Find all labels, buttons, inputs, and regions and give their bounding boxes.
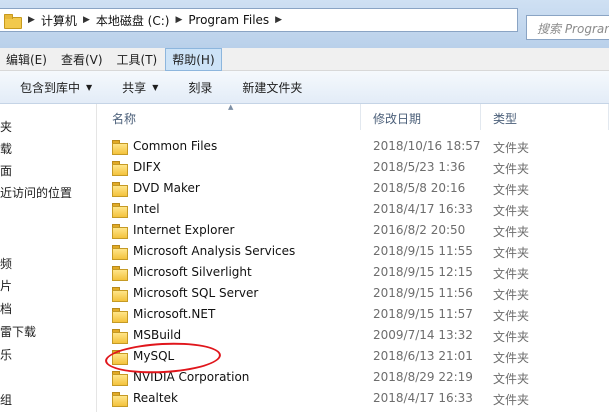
file-modified-date: 2018/10/16 18:57 <box>373 139 481 153</box>
table-row[interactable]: Internet Explorer 2016/8/2 20:50 文件夹 <box>100 220 609 241</box>
nav-item-desktop[interactable]: 面 <box>0 162 12 179</box>
table-row[interactable]: Microsoft SQL Server 2018/9/15 11:56 文件夹 <box>100 283 609 304</box>
file-type: 文件夹 <box>493 393 530 407</box>
command-toolbar: 包含到库中 ▼ 共享 ▼ 刻录 新建文件夹 <box>0 71 609 104</box>
dropdown-arrow-icon: ▼ <box>86 82 93 92</box>
share-button[interactable]: 共享 ▼ <box>122 79 158 96</box>
table-row[interactable]: DVD Maker 2018/5/8 20:16 文件夹 <box>100 178 609 199</box>
folder-icon <box>112 245 128 260</box>
file-type: 文件夹 <box>493 141 530 155</box>
nav-item-documents[interactable]: 档 <box>0 300 12 317</box>
file-type: 文件夹 <box>493 183 530 197</box>
include-in-library-label: 包含到库中 <box>20 80 81 95</box>
table-row[interactable]: Common Files 2018/10/16 18:57 文件夹 <box>100 136 609 157</box>
menu-edit[interactable]: 编辑(E) <box>0 49 53 70</box>
folder-icon <box>4 13 22 29</box>
table-row[interactable]: Microsoft Silverlight 2018/9/15 12:15 文件夹 <box>100 262 609 283</box>
table-row[interactable]: Microsoft.NET 2018/9/15 11:57 文件夹 <box>100 304 609 325</box>
file-modified-date: 2018/5/8 20:16 <box>373 181 466 195</box>
file-name: Microsoft Analysis Services <box>133 244 296 258</box>
file-type: 文件夹 <box>493 309 530 323</box>
nav-item-music[interactable]: 乐 <box>0 346 12 363</box>
menu-view[interactable]: 查看(V) <box>55 49 109 70</box>
chevron-right-icon[interactable]: ▶ <box>28 15 35 25</box>
nav-item-videos[interactable]: 频 <box>0 255 12 272</box>
burn-button[interactable]: 刻录 <box>188 79 212 96</box>
column-header-name[interactable]: 名称 <box>100 104 361 130</box>
file-type: 文件夹 <box>493 162 530 176</box>
share-label: 共享 <box>122 80 147 95</box>
nav-item-recent-places[interactable]: 近访问的位置 <box>0 184 72 201</box>
breadcrumb-program-files[interactable]: Program Files <box>188 13 269 27</box>
file-name: Internet Explorer <box>133 223 235 237</box>
menu-tools[interactable]: 工具(T) <box>111 49 164 70</box>
folder-icon <box>112 266 128 281</box>
menu-help[interactable]: 帮助(H) <box>165 47 222 71</box>
file-modified-date: 2018/9/15 11:57 <box>373 307 473 321</box>
file-name: DIFX <box>133 160 161 174</box>
dropdown-arrow-icon: ▼ <box>152 82 159 92</box>
column-header-type[interactable]: 类型 <box>481 104 609 130</box>
menu-bar: 编辑(E) 查看(V) 工具(T) 帮助(H) <box>0 47 609 71</box>
folder-icon <box>112 308 128 323</box>
file-name: DVD Maker <box>133 181 200 195</box>
breadcrumb-local-disk[interactable]: 本地磁盘 (C:) <box>96 12 170 29</box>
table-row[interactable]: Microsoft Analysis Services 2018/9/15 11:… <box>100 241 609 262</box>
nav-item-favorites[interactable]: 夹 <box>0 118 12 135</box>
file-type: 文件夹 <box>493 330 530 344</box>
address-bar[interactable]: ▶ 计算机 ▶ 本地磁盘 (C:) ▶ Program Files ▶ <box>0 8 518 32</box>
folder-icon <box>112 287 128 302</box>
folder-icon <box>112 203 128 218</box>
file-type: 文件夹 <box>493 288 530 302</box>
file-modified-date: 2018/9/15 11:55 <box>373 244 473 258</box>
chevron-right-icon[interactable]: ▶ <box>275 15 282 25</box>
file-type: 文件夹 <box>493 225 530 239</box>
file-name: Microsoft SQL Server <box>133 286 259 300</box>
file-type: 文件夹 <box>493 372 530 386</box>
file-type: 文件夹 <box>493 351 530 365</box>
folder-icon <box>112 329 128 344</box>
file-type: 文件夹 <box>493 267 530 281</box>
table-row[interactable]: DIFX 2018/5/23 1:36 文件夹 <box>100 157 609 178</box>
file-type: 文件夹 <box>493 204 530 218</box>
nav-item-homegroup[interactable]: 组 <box>0 391 12 408</box>
nav-item-thunder-downloads[interactable]: 雷下载 <box>0 323 36 340</box>
new-folder-button[interactable]: 新建文件夹 <box>242 79 302 96</box>
file-modified-date: 2018/4/17 16:33 <box>373 202 473 216</box>
column-header-date[interactable]: 修改日期 <box>361 104 481 130</box>
file-modified-date: 2009/7/14 13:32 <box>373 328 473 342</box>
folder-icon <box>112 182 128 197</box>
chevron-right-icon[interactable]: ▶ <box>83 15 90 25</box>
file-modified-date: 2018/6/13 21:01 <box>373 349 473 363</box>
file-name: Microsoft Silverlight <box>133 265 252 279</box>
table-row[interactable]: Realtek 2018/4/17 16:33 文件夹 <box>100 388 609 409</box>
file-modified-date: 2018/9/15 12:15 <box>373 265 473 279</box>
file-name: Microsoft.NET <box>133 307 216 321</box>
folder-icon <box>112 161 128 176</box>
chevron-right-icon[interactable]: ▶ <box>175 15 182 25</box>
address-bar-area: ▶ 计算机 ▶ 本地磁盘 (C:) ▶ Program Files ▶ 搜索 P… <box>0 0 609 48</box>
file-modified-date: 2018/4/17 16:33 <box>373 391 473 405</box>
file-name: Realtek <box>133 391 178 405</box>
folder-icon <box>112 140 128 155</box>
search-input[interactable]: 搜索 Program Files <box>526 15 609 40</box>
file-type: 文件夹 <box>493 246 530 260</box>
include-in-library-button[interactable]: 包含到库中 ▼ <box>20 79 92 96</box>
file-modified-date: 2018/9/15 11:56 <box>373 286 473 300</box>
file-modified-date: 2016/8/2 20:50 <box>373 223 466 237</box>
file-name: MSBuild <box>133 328 182 342</box>
file-name: Intel <box>133 202 160 216</box>
folder-icon <box>112 371 128 386</box>
navigation-pane: 夹 载 面 近访问的位置 频 片 档 雷下载 乐 组 <box>0 104 97 412</box>
nav-item-downloads[interactable]: 载 <box>0 140 12 157</box>
folder-icon <box>112 392 128 407</box>
file-modified-date: 2018/8/29 22:19 <box>373 370 473 384</box>
file-modified-date: 2018/5/23 1:36 <box>373 160 466 174</box>
folder-icon <box>112 224 128 239</box>
table-row[interactable]: Intel 2018/4/17 16:33 文件夹 <box>100 199 609 220</box>
breadcrumb-computer[interactable]: 计算机 <box>41 12 77 29</box>
nav-item-pictures[interactable]: 片 <box>0 277 12 294</box>
file-name: Common Files <box>133 139 218 153</box>
